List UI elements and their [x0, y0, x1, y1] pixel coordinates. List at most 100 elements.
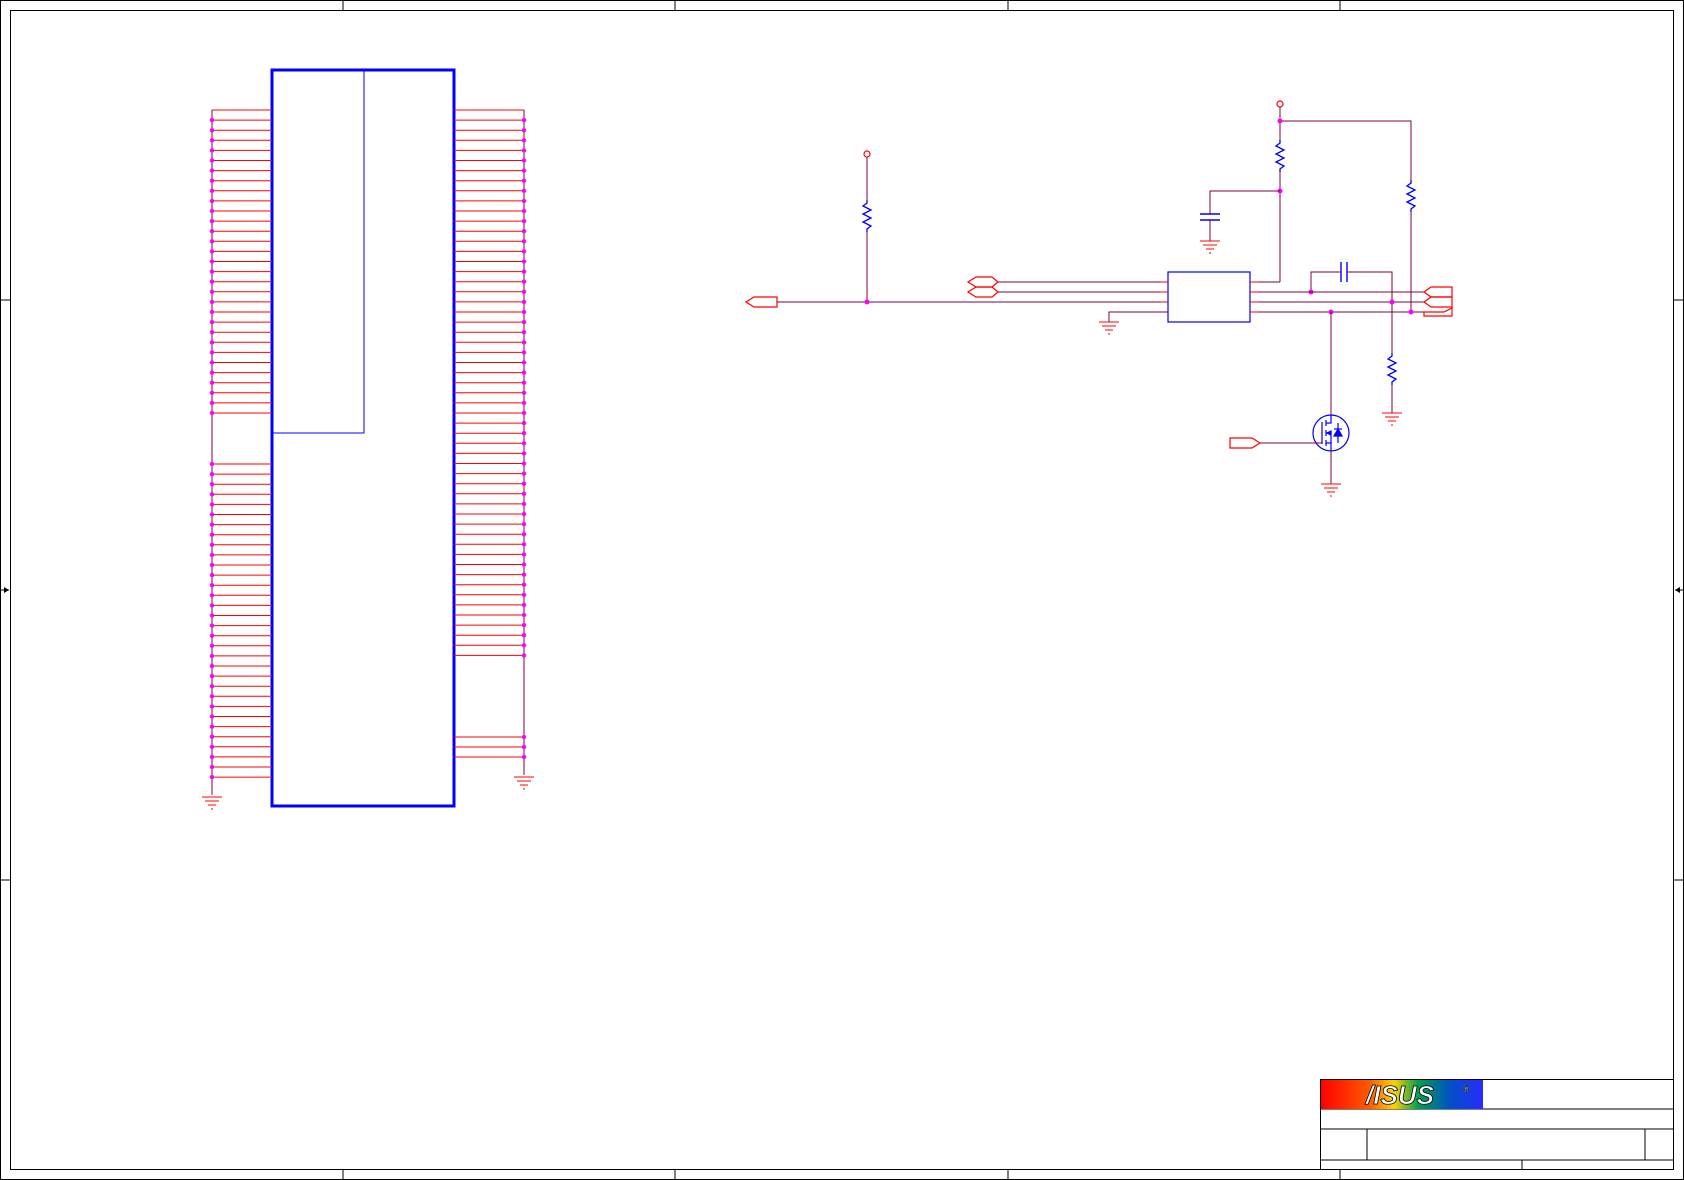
junction [521, 138, 527, 143]
power-port-1 [863, 150, 871, 200]
junction [521, 178, 527, 183]
ground-symbol [1099, 321, 1119, 335]
junction [209, 532, 215, 537]
junction [521, 441, 527, 446]
junction [209, 117, 215, 123]
junction [209, 673, 215, 679]
junction [209, 239, 215, 244]
junction [521, 249, 527, 254]
junction [521, 309, 527, 315]
junction [521, 229, 527, 234]
junction [209, 694, 215, 699]
control-circuit [744, 100, 1453, 497]
junction [521, 511, 527, 517]
junction [521, 744, 527, 750]
junction [521, 431, 527, 436]
junction [209, 208, 215, 214]
junction [209, 542, 215, 547]
junction [209, 390, 215, 395]
junction [864, 299, 870, 305]
junction [209, 198, 215, 204]
junction [521, 208, 527, 214]
junction [521, 521, 527, 527]
junction [209, 259, 215, 264]
junction [521, 532, 527, 537]
junction [209, 360, 215, 365]
junction [209, 218, 215, 224]
junction [209, 633, 215, 638]
junction [209, 380, 215, 385]
junction [521, 501, 527, 507]
junction [521, 269, 527, 274]
junction [521, 420, 527, 426]
ground-symbol [1321, 483, 1341, 497]
junction [209, 774, 215, 780]
junction [521, 633, 527, 638]
connector-section [271, 69, 365, 434]
junction [521, 734, 527, 740]
junction [521, 340, 527, 345]
schematic-sheet: /ISUS ® [0, 0, 1684, 1180]
junction [1408, 309, 1414, 315]
junction [521, 400, 527, 406]
offpage-connector-1 [744, 296, 778, 308]
junction [209, 128, 215, 133]
junction [521, 471, 527, 476]
junction [209, 158, 215, 163]
junction [209, 350, 215, 355]
junction [521, 168, 527, 173]
junction [209, 410, 215, 416]
offpage-connector-3 [966, 286, 999, 298]
connector-body [270, 68, 456, 808]
svg-text:®: ® [1463, 1084, 1470, 1094]
mosfet-q1 [1312, 414, 1350, 452]
junction [209, 653, 215, 659]
junction [521, 451, 527, 456]
junction [209, 471, 215, 477]
junction [521, 289, 527, 294]
junction [521, 218, 527, 224]
ground-symbol [1382, 412, 1402, 426]
junction [1389, 299, 1395, 305]
junction [209, 684, 215, 689]
junction [521, 481, 527, 486]
junction [521, 350, 527, 355]
junction [209, 229, 215, 234]
center-mark-right [1675, 587, 1684, 593]
junction [209, 603, 215, 608]
junction [521, 117, 527, 123]
junction [521, 552, 527, 557]
junction [209, 138, 215, 143]
junction [521, 299, 527, 305]
junction [209, 289, 215, 294]
junction [521, 542, 527, 547]
junction [521, 562, 527, 567]
junction [521, 330, 527, 335]
junction [209, 461, 215, 467]
junction [521, 319, 527, 325]
offpage-connector-4 [1422, 286, 1453, 298]
junction [521, 754, 527, 760]
resistor-r4 [1386, 353, 1398, 385]
junction [521, 390, 527, 395]
junction [209, 522, 215, 527]
junction [209, 724, 215, 729]
junction [209, 754, 215, 760]
junction [521, 612, 527, 618]
junction [521, 158, 527, 163]
junction [209, 178, 215, 183]
junction [521, 602, 527, 608]
junction [521, 239, 527, 244]
junction [209, 714, 215, 719]
junction [209, 562, 215, 568]
junction [209, 744, 215, 749]
junction [521, 491, 527, 496]
junction [521, 643, 527, 648]
resistor-r2 [1274, 140, 1286, 172]
svg-text:/ISUS: /ISUS [1365, 1080, 1435, 1110]
junction [209, 704, 215, 709]
junction [521, 360, 527, 365]
junction [521, 653, 527, 658]
junction [209, 299, 215, 305]
resistor-r3 [1405, 180, 1417, 212]
